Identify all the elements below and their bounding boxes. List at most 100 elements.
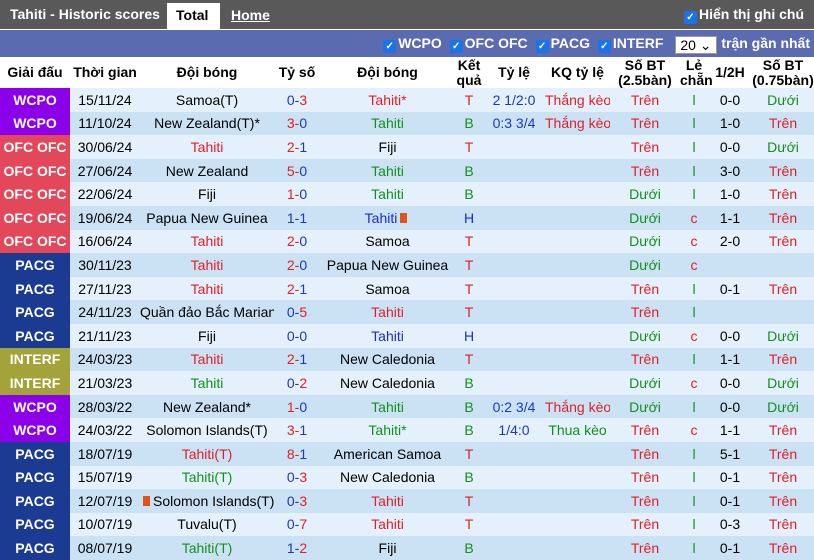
filter-wcpo[interactable]: ✓ WCPO [383, 35, 442, 53]
odds-result: Thắng kèo [545, 88, 610, 112]
odds-result [545, 323, 610, 348]
away-team-name[interactable]: Papua New Guinea [327, 257, 448, 273]
table-row[interactable]: OFC OFC 30/06/24 Tahiti 2-1 Fiji T Trên l 0-0 Dướ… [0, 135, 814, 159]
table-row[interactable]: PACG 15/07/19 Tahiti(T) 0-3 New Caledonia B Tr… [0, 465, 814, 490]
match-count-select[interactable]: 20 ⌄ [675, 36, 718, 54]
away-team-name[interactable]: New Caledonia [340, 375, 435, 391]
result: B [455, 111, 483, 136]
score: 0-5 [274, 300, 320, 324]
title-bar: Tahiti - Historic scores Total Home ✓ Hiể… [0, 0, 814, 29]
half-time-score: 0-1 [708, 276, 752, 301]
odds-result: Thắng kèo [545, 394, 610, 419]
table-row[interactable]: WCPO 11/10/24 New Zealand(T)* 3-0 Tahiti B 0:3… [0, 111, 814, 136]
odds-result [545, 536, 610, 560]
home-team-name[interactable]: Tahiti [191, 351, 224, 367]
league-badge: OFC OFC [0, 205, 70, 230]
table-row[interactable]: PACG 27/11/23 Tahiti 2-1 Samoa T Trên l 0-1 Trên [0, 276, 814, 301]
away-team-name[interactable]: Tahiti [365, 210, 398, 226]
table-row[interactable]: OFC OFC 22/06/24 Fiji 1-0 Tahiti B Dưới l 1-0 Trê… [0, 182, 814, 206]
away-team-name[interactable]: Tahiti [371, 163, 404, 179]
odds-result [545, 182, 610, 206]
table-row[interactable]: INTERF 21/03/23 Tahiti 0-2 New Caledonia B Dướ… [0, 371, 814, 395]
odds: 1/4:0 [483, 418, 545, 442]
away-team-name[interactable]: New Caledonia [340, 469, 435, 485]
table-row[interactable]: PACG 10/07/19 Tuvalu(T) 0-7 Tahiti T Trên l 0-3 T… [0, 512, 814, 537]
half-time-score: 2-0 [708, 229, 752, 254]
home-team-name[interactable]: New Zealand [166, 163, 249, 179]
home-team-name[interactable]: Tahiti [191, 281, 224, 297]
home-team-name[interactable]: Fiji [198, 186, 216, 202]
over-under-2-5: Dưới [610, 229, 680, 254]
table-row[interactable]: PACG 30/11/23 Tahiti 2-0 Papua New Guinea T Dư… [0, 253, 814, 277]
home-team-name[interactable]: Quần đảo Bắc Mariana [140, 304, 274, 320]
home-team-name[interactable]: Fiji [198, 328, 216, 344]
checkbox-icon[interactable]: ✓ [535, 40, 549, 53]
away-team-name[interactable]: Samoa [365, 281, 409, 297]
home-team-name[interactable]: Solomon Islands(T) [153, 493, 274, 509]
away-team-name[interactable]: Tahiti* [368, 422, 406, 438]
home-team-name[interactable]: Papua New Guinea [146, 210, 267, 226]
away-team-name[interactable]: Tahiti [371, 304, 404, 320]
match-date: 11/10/24 [70, 111, 140, 136]
home-team: Tuvalu(T) [140, 512, 274, 537]
filter-pacg[interactable]: ✓ PACG [535, 35, 590, 53]
tab-home[interactable]: Home [222, 3, 279, 29]
home-team-name[interactable]: Tahiti [191, 375, 224, 391]
away-team-name[interactable]: Tahiti [371, 493, 404, 509]
home-team-name[interactable]: Solomon Islands(T) [146, 422, 267, 438]
show-notes-toggle[interactable]: ✓ Hiển thị ghi chú [684, 6, 804, 24]
table-row[interactable]: OFC OFC 19/06/24 Papua New Guinea 1-1 Tahiti… [0, 205, 814, 230]
table-row[interactable]: WCPO 15/11/24 Samoa(T) 0-3 Tahiti* T 2 1/2:0 Th… [0, 88, 814, 112]
away-team-name[interactable]: Tahiti [371, 328, 404, 344]
home-team-name[interactable]: Tahiti(T) [182, 446, 233, 462]
table-row[interactable]: INTERF 24/03/23 Tahiti 2-1 New Caledonia T Trê… [0, 347, 814, 372]
league-badge: PACG [0, 512, 70, 537]
away-team-name[interactable]: Tahiti [371, 186, 404, 202]
checkbox-icon[interactable]: ✓ [383, 40, 397, 53]
checkbox-icon[interactable]: ✓ [449, 40, 463, 53]
match-date: 30/11/23 [70, 253, 140, 277]
home-team-name[interactable]: New Zealand* [163, 399, 251, 415]
over-under-0-75: Trên [752, 512, 814, 537]
away-team-name[interactable]: Fiji [379, 540, 397, 556]
away-team-name[interactable]: New Caledonia [340, 351, 435, 367]
over-under-2-5: Dưới [610, 371, 680, 395]
half-time-score: 3-0 [708, 158, 752, 183]
away-team-name[interactable]: Tahiti [371, 516, 404, 532]
result: T [455, 88, 483, 112]
table-row[interactable]: WCPO 24/03/22 Solomon Islands(T) 3-1 Tahiti*… [0, 418, 814, 442]
tab-total[interactable]: Total [167, 3, 220, 29]
away-team-name[interactable]: Tahiti* [368, 92, 406, 108]
home-team-name[interactable]: Tahiti [191, 139, 224, 155]
table-row[interactable]: OFC OFC 27/06/24 New Zealand 5-0 Tahiti B Trên… [0, 158, 814, 183]
home-team-name[interactable]: New Zealand(T)* [154, 115, 260, 131]
away-goals: 3 [299, 469, 308, 486]
home-goals: 2 [286, 280, 295, 297]
table-row[interactable]: PACG 08/07/19 Tahiti(T) 1-2 Fiji B Trên l 0-1 Trê… [0, 536, 814, 560]
table-row[interactable]: OFC OFC 16/06/24 Tahiti 2-0 Samoa T Dưới c 2-0 Tr… [0, 229, 814, 254]
odds-result [545, 253, 610, 277]
home-team-name[interactable]: Tahiti [191, 233, 224, 249]
table-row[interactable]: WCPO 28/03/22 New Zealand* 1-0 Tahiti B 0:2 3/… [0, 394, 814, 419]
table-row[interactable]: PACG 21/11/23 Fiji 0-0 Tahiti H Dưới c 0-0 Dưới [0, 323, 814, 348]
home-team-name[interactable]: Tahiti(T) [182, 540, 233, 556]
away-team-name[interactable]: American Samoa [334, 446, 441, 462]
away-team-name[interactable]: Samoa [365, 233, 409, 249]
home-team-name[interactable]: Tahiti(T) [182, 469, 233, 485]
away-team-name[interactable]: Tahiti [371, 399, 404, 415]
table-row[interactable]: PACG 24/11/23 Quần đảo Bắc Mariana 0-5 Tahit… [0, 300, 814, 324]
away-team-name[interactable]: Fiji [379, 139, 397, 155]
away-team-name[interactable]: Tahiti [371, 115, 404, 131]
table-row[interactable]: PACG 12/07/19 Solomon Islands(T) 0-3 Tahiti T… [0, 489, 814, 513]
home-team-name[interactable]: Samoa(T) [176, 92, 238, 108]
odds-result: Thắng kèo [545, 111, 610, 136]
score: 2-1 [274, 276, 320, 301]
home-team-name[interactable]: Tahiti [191, 257, 224, 273]
home-team-name[interactable]: Tuvalu(T) [177, 516, 236, 532]
over-under-2-5: Trên [610, 536, 680, 560]
table-row[interactable]: PACG 18/07/19 Tahiti(T) 8-1 American Samoa T T… [0, 441, 814, 466]
filter-interf[interactable]: ✓ INTERF [597, 35, 663, 53]
checkbox-icon[interactable]: ✓ [597, 40, 611, 53]
filter-ofc[interactable]: ✓ OFC OFC [449, 35, 528, 53]
checkbox-icon[interactable]: ✓ [684, 11, 697, 24]
